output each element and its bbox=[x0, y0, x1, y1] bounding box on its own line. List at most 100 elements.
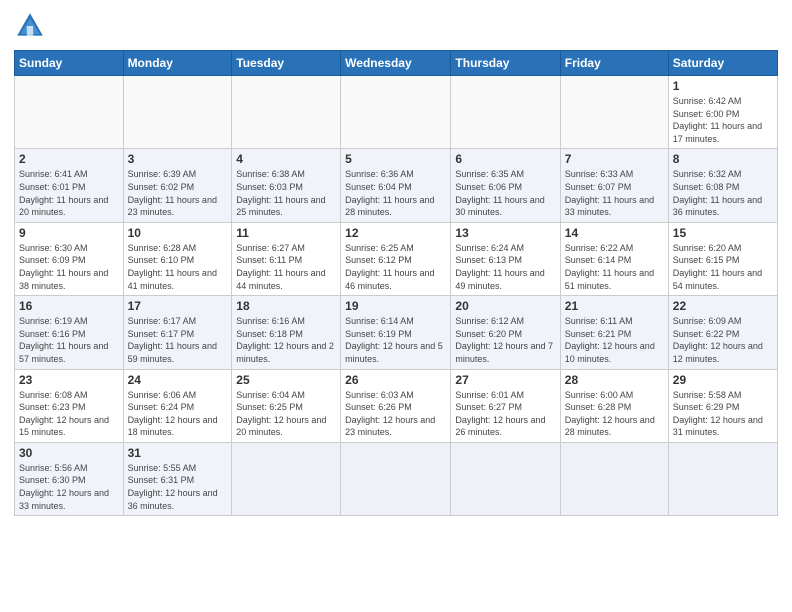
calendar-cell bbox=[560, 442, 668, 515]
day-number: 27 bbox=[455, 373, 555, 387]
calendar-cell: 1Sunrise: 6:42 AM Sunset: 6:00 PM Daylig… bbox=[668, 76, 777, 149]
calendar-cell: 22 Sunrise: 6:09 AM Sunset: 6:22 PM Dayli… bbox=[668, 296, 777, 369]
day-number: 19 bbox=[345, 299, 446, 313]
day-number: 31 bbox=[128, 446, 228, 460]
calendar-cell: 12 Sunrise: 6:25 AM Sunset: 6:12 PM Dayli… bbox=[341, 222, 451, 295]
day-number: 20 bbox=[455, 299, 555, 313]
day-info: Sunrise: 6:32 AM Sunset: 6:08 PM Dayligh… bbox=[673, 168, 773, 218]
calendar-cell: 21Sunrise: 6:11 AM Sunset: 6:21 PM Dayli… bbox=[560, 296, 668, 369]
day-info: Sunrise: 6:24 AM Sunset: 6:13 PM Dayligh… bbox=[455, 242, 555, 292]
day-info: Sunrise: 6:03 AM Sunset: 6:26 PM Dayligh… bbox=[345, 389, 446, 439]
day-number: 12 bbox=[345, 226, 446, 240]
day-info: Sunrise: 6:12 AM Sunset: 6:20 PM Dayligh… bbox=[455, 315, 555, 365]
day-number: 10 bbox=[128, 226, 228, 240]
weekday-header-thursday: Thursday bbox=[451, 51, 560, 76]
day-number: 28 bbox=[565, 373, 664, 387]
day-number: 7 bbox=[565, 152, 664, 166]
day-info: Sunrise: 6:06 AM Sunset: 6:24 PM Dayligh… bbox=[128, 389, 228, 439]
day-info: Sunrise: 6:17 AM Sunset: 6:17 PM Dayligh… bbox=[128, 315, 228, 365]
calendar-cell: 7 Sunrise: 6:33 AM Sunset: 6:07 PM Daylig… bbox=[560, 149, 668, 222]
calendar-cell: 16 Sunrise: 6:19 AM Sunset: 6:16 PM Dayli… bbox=[15, 296, 124, 369]
day-number: 9 bbox=[19, 226, 119, 240]
weekday-header-saturday: Saturday bbox=[668, 51, 777, 76]
calendar-cell: 20 Sunrise: 6:12 AM Sunset: 6:20 PM Dayli… bbox=[451, 296, 560, 369]
weekday-header-row: SundayMondayTuesdayWednesdayThursdayFrid… bbox=[15, 51, 778, 76]
day-info: Sunrise: 6:28 AM Sunset: 6:10 PM Dayligh… bbox=[128, 242, 228, 292]
day-number: 14 bbox=[565, 226, 664, 240]
weekday-header-monday: Monday bbox=[123, 51, 232, 76]
day-info: Sunrise: 6:11 AM Sunset: 6:21 PM Dayligh… bbox=[565, 315, 664, 365]
day-info: Sunrise: 6:19 AM Sunset: 6:16 PM Dayligh… bbox=[19, 315, 119, 365]
day-info: Sunrise: 6:22 AM Sunset: 6:14 PM Dayligh… bbox=[565, 242, 664, 292]
logo-icon bbox=[14, 10, 46, 42]
calendar-cell: 9 Sunrise: 6:30 AM Sunset: 6:09 PM Daylig… bbox=[15, 222, 124, 295]
day-info: Sunrise: 6:00 AM Sunset: 6:28 PM Dayligh… bbox=[565, 389, 664, 439]
calendar-cell: 24 Sunrise: 6:06 AM Sunset: 6:24 PM Dayli… bbox=[123, 369, 232, 442]
day-number: 3 bbox=[128, 152, 228, 166]
calendar-week-row: 23 Sunrise: 6:08 AM Sunset: 6:23 PM Dayli… bbox=[15, 369, 778, 442]
day-info: Sunrise: 6:38 AM Sunset: 6:03 PM Dayligh… bbox=[236, 168, 336, 218]
weekday-header-tuesday: Tuesday bbox=[232, 51, 341, 76]
calendar-cell bbox=[451, 76, 560, 149]
day-info: Sunrise: 6:01 AM Sunset: 6:27 PM Dayligh… bbox=[455, 389, 555, 439]
calendar-cell: 8 Sunrise: 6:32 AM Sunset: 6:08 PM Daylig… bbox=[668, 149, 777, 222]
day-number: 8 bbox=[673, 152, 773, 166]
day-number: 22 bbox=[673, 299, 773, 313]
calendar-cell: 2 Sunrise: 6:41 AM Sunset: 6:01 PM Daylig… bbox=[15, 149, 124, 222]
calendar-cell: 10 Sunrise: 6:28 AM Sunset: 6:10 PM Dayli… bbox=[123, 222, 232, 295]
calendar-cell: 11Sunrise: 6:27 AM Sunset: 6:11 PM Dayli… bbox=[232, 222, 341, 295]
day-number: 16 bbox=[19, 299, 119, 313]
calendar-cell: 27 Sunrise: 6:01 AM Sunset: 6:27 PM Dayli… bbox=[451, 369, 560, 442]
calendar-cell bbox=[232, 76, 341, 149]
day-info: Sunrise: 6:14 AM Sunset: 6:19 PM Dayligh… bbox=[345, 315, 446, 365]
day-number: 6 bbox=[455, 152, 555, 166]
day-number: 30 bbox=[19, 446, 119, 460]
calendar-cell: 31 Sunrise: 5:55 AM Sunset: 6:31 PM Dayli… bbox=[123, 442, 232, 515]
calendar-cell: 17 Sunrise: 6:17 AM Sunset: 6:17 PM Dayli… bbox=[123, 296, 232, 369]
day-info: Sunrise: 6:30 AM Sunset: 6:09 PM Dayligh… bbox=[19, 242, 119, 292]
day-number: 13 bbox=[455, 226, 555, 240]
day-info: Sunrise: 6:39 AM Sunset: 6:02 PM Dayligh… bbox=[128, 168, 228, 218]
calendar-cell: 26 Sunrise: 6:03 AM Sunset: 6:26 PM Dayli… bbox=[341, 369, 451, 442]
day-info: Sunrise: 6:08 AM Sunset: 6:23 PM Dayligh… bbox=[19, 389, 119, 439]
calendar-cell: 3 Sunrise: 6:39 AM Sunset: 6:02 PM Daylig… bbox=[123, 149, 232, 222]
day-info: Sunrise: 5:55 AM Sunset: 6:31 PM Dayligh… bbox=[128, 462, 228, 512]
day-number: 5 bbox=[345, 152, 446, 166]
calendar-cell bbox=[123, 76, 232, 149]
day-number: 15 bbox=[673, 226, 773, 240]
calendar-week-row: 30Sunrise: 5:56 AM Sunset: 6:30 PM Dayli… bbox=[15, 442, 778, 515]
day-info: Sunrise: 6:09 AM Sunset: 6:22 PM Dayligh… bbox=[673, 315, 773, 365]
header bbox=[14, 10, 778, 42]
calendar-cell: 28 Sunrise: 6:00 AM Sunset: 6:28 PM Dayli… bbox=[560, 369, 668, 442]
calendar-cell: 18Sunrise: 6:16 AM Sunset: 6:18 PM Dayli… bbox=[232, 296, 341, 369]
calendar-cell: 29 Sunrise: 5:58 AM Sunset: 6:29 PM Dayli… bbox=[668, 369, 777, 442]
day-number: 2 bbox=[19, 152, 119, 166]
calendar-cell bbox=[341, 76, 451, 149]
day-info: Sunrise: 6:41 AM Sunset: 6:01 PM Dayligh… bbox=[19, 168, 119, 218]
logo bbox=[14, 10, 50, 42]
calendar-cell: 23 Sunrise: 6:08 AM Sunset: 6:23 PM Dayli… bbox=[15, 369, 124, 442]
day-number: 17 bbox=[128, 299, 228, 313]
day-info: Sunrise: 5:58 AM Sunset: 6:29 PM Dayligh… bbox=[673, 389, 773, 439]
day-number: 24 bbox=[128, 373, 228, 387]
day-info: Sunrise: 6:42 AM Sunset: 6:00 PM Dayligh… bbox=[673, 95, 773, 145]
calendar-cell bbox=[232, 442, 341, 515]
weekday-header-friday: Friday bbox=[560, 51, 668, 76]
weekday-header-wednesday: Wednesday bbox=[341, 51, 451, 76]
calendar-cell bbox=[341, 442, 451, 515]
calendar-cell: 13 Sunrise: 6:24 AM Sunset: 6:13 PM Dayli… bbox=[451, 222, 560, 295]
day-number: 26 bbox=[345, 373, 446, 387]
day-number: 23 bbox=[19, 373, 119, 387]
calendar-cell: 19 Sunrise: 6:14 AM Sunset: 6:19 PM Dayli… bbox=[341, 296, 451, 369]
day-info: Sunrise: 6:33 AM Sunset: 6:07 PM Dayligh… bbox=[565, 168, 664, 218]
calendar-cell: 5Sunrise: 6:36 AM Sunset: 6:04 PM Daylig… bbox=[341, 149, 451, 222]
day-info: Sunrise: 6:04 AM Sunset: 6:25 PM Dayligh… bbox=[236, 389, 336, 439]
calendar-week-row: 9 Sunrise: 6:30 AM Sunset: 6:09 PM Daylig… bbox=[15, 222, 778, 295]
calendar-week-row: 1Sunrise: 6:42 AM Sunset: 6:00 PM Daylig… bbox=[15, 76, 778, 149]
calendar: SundayMondayTuesdayWednesdayThursdayFrid… bbox=[14, 50, 778, 516]
calendar-week-row: 16 Sunrise: 6:19 AM Sunset: 6:16 PM Dayli… bbox=[15, 296, 778, 369]
page: SundayMondayTuesdayWednesdayThursdayFrid… bbox=[0, 0, 792, 612]
day-info: Sunrise: 6:16 AM Sunset: 6:18 PM Dayligh… bbox=[236, 315, 336, 365]
day-info: Sunrise: 6:25 AM Sunset: 6:12 PM Dayligh… bbox=[345, 242, 446, 292]
day-number: 29 bbox=[673, 373, 773, 387]
